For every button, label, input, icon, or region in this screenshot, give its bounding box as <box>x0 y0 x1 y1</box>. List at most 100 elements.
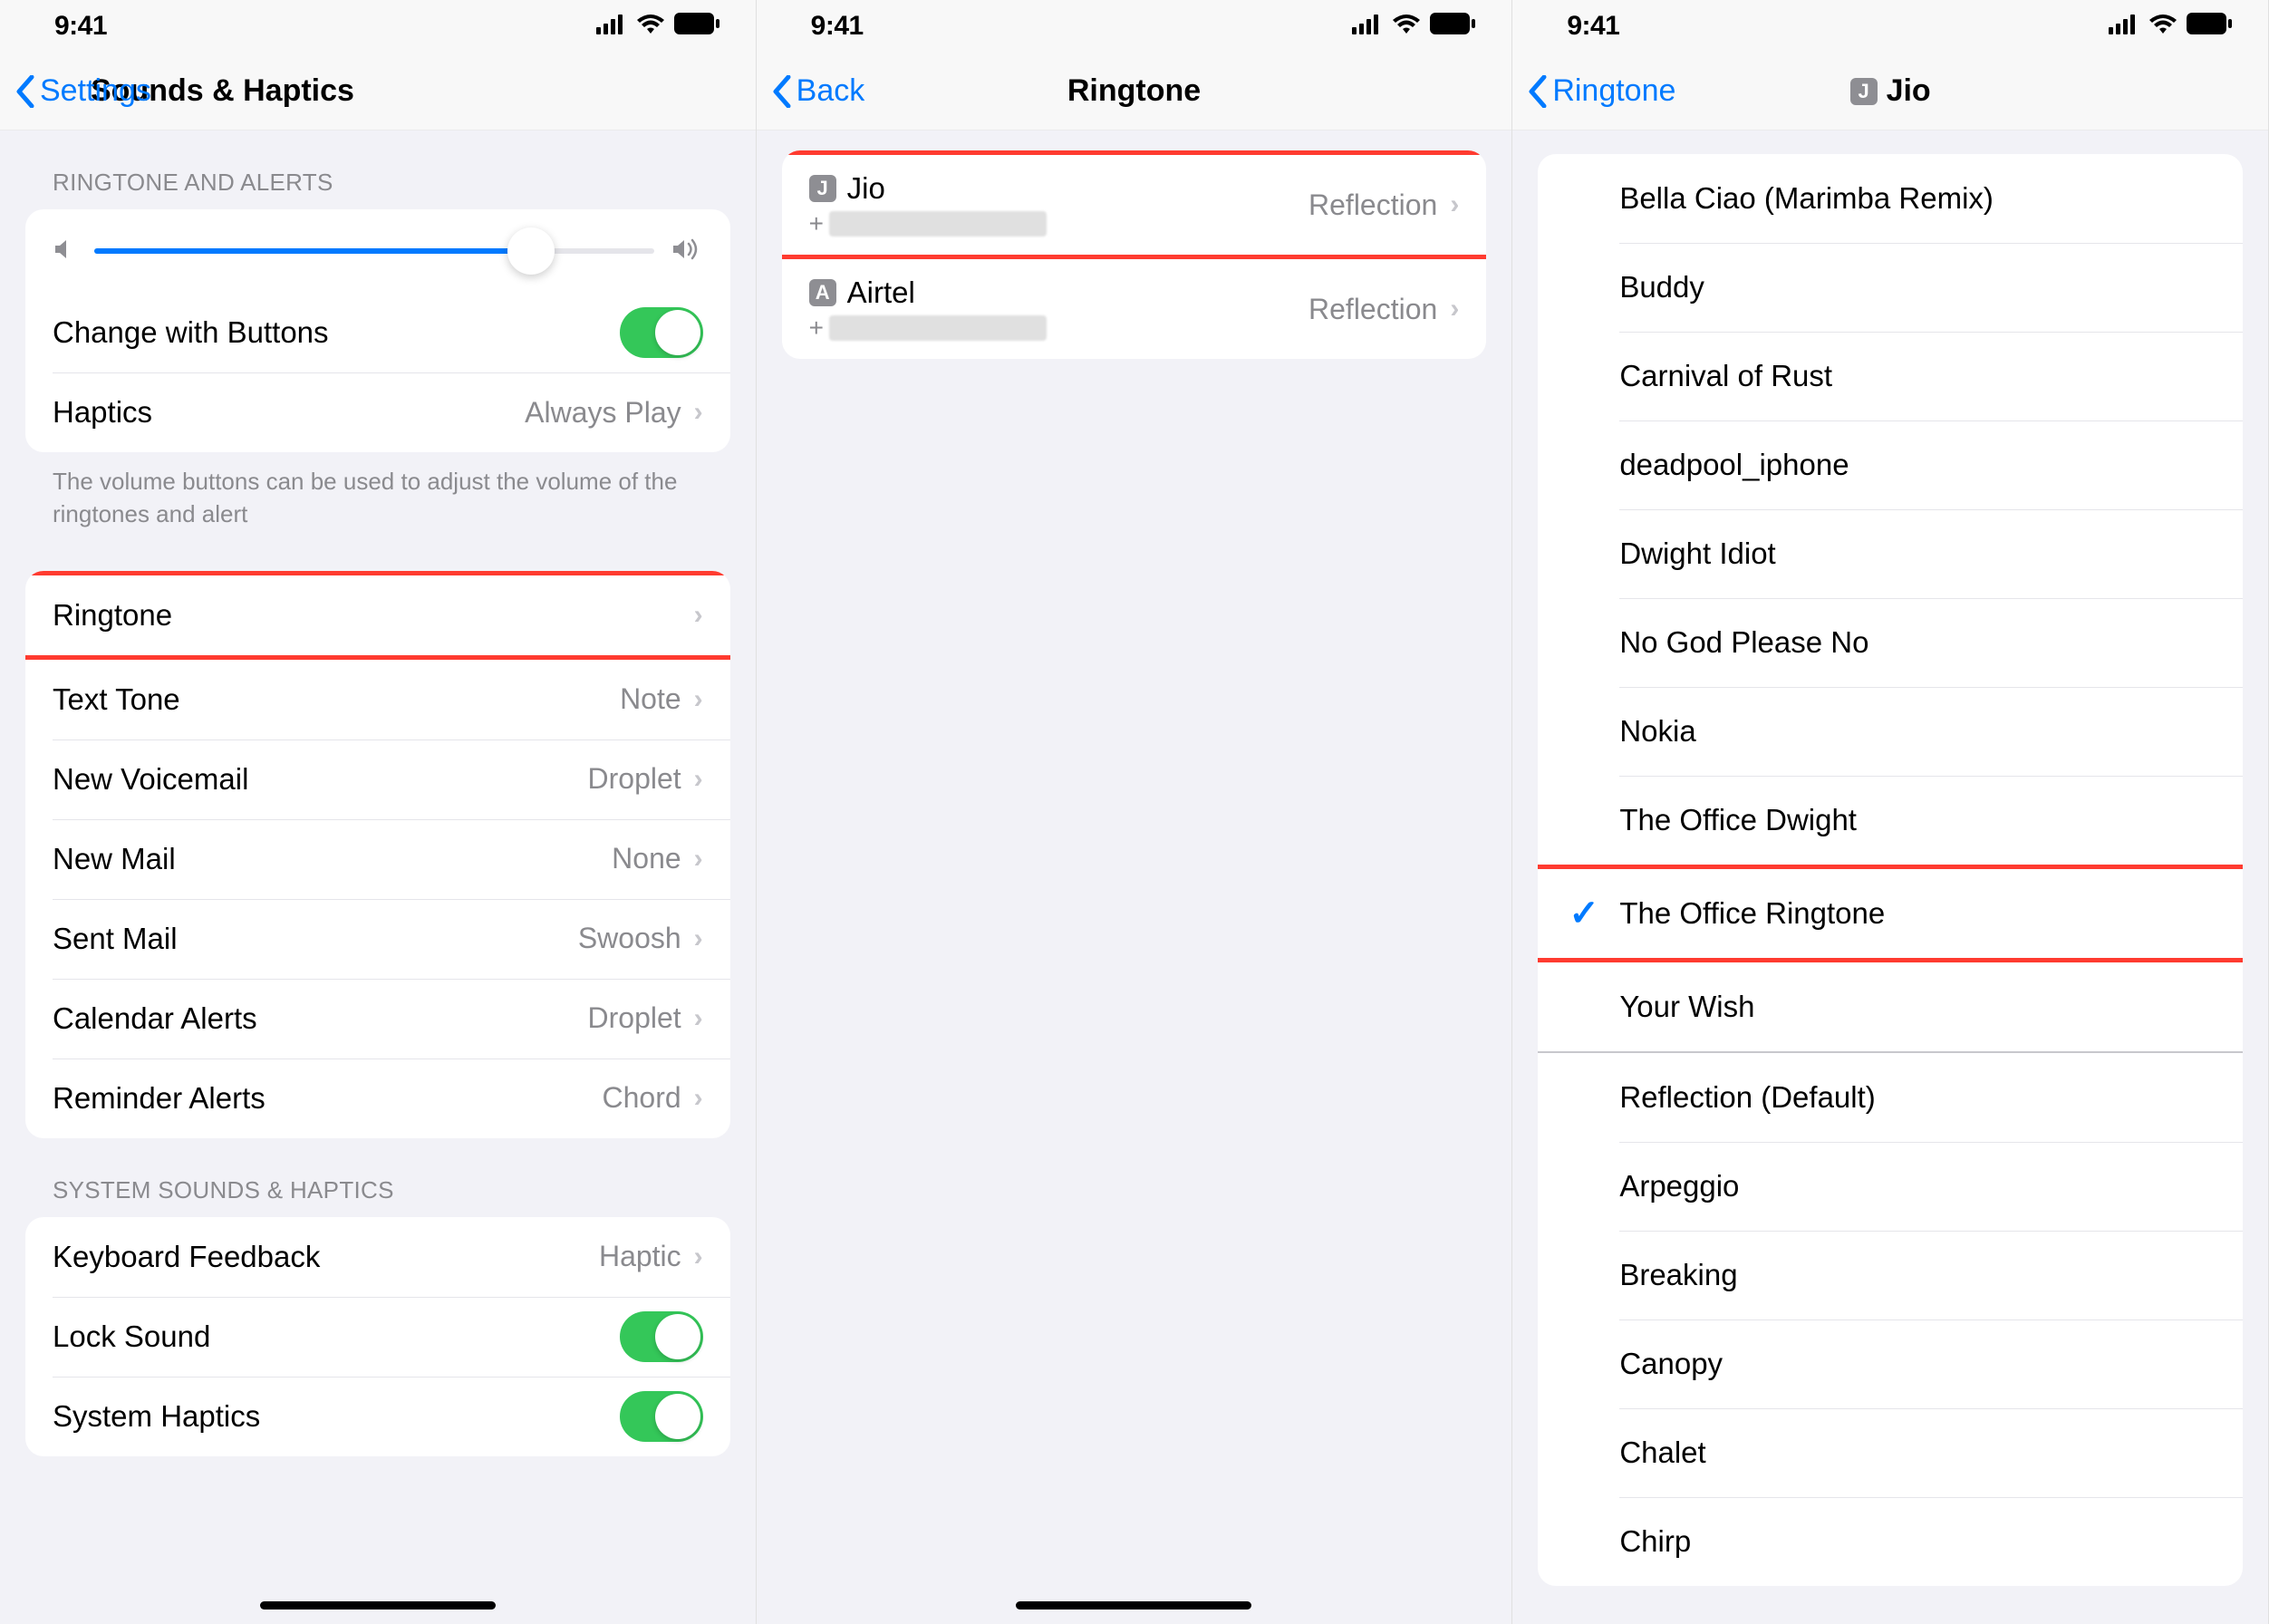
ringtone-label: No God Please No <box>1619 625 1868 660</box>
back-button[interactable]: Back <box>771 73 865 110</box>
page-title-text: Jio <box>1887 73 1931 109</box>
sent-mail-row[interactable]: Sent Mail Swoosh › <box>25 899 730 979</box>
ringtone-label: The Office Dwight <box>1619 803 1857 837</box>
ringtone-item[interactable]: deadpool_iphone <box>1538 420 2243 509</box>
ringtone-row[interactable]: Ringtone › <box>25 575 730 655</box>
chevron-right-icon: › <box>694 923 703 954</box>
speaker-high-icon <box>671 237 703 266</box>
sim-badge-icon: A <box>809 279 836 306</box>
volume-slider-row <box>25 209 730 293</box>
status-icons <box>2109 11 2232 42</box>
change-with-buttons-toggle[interactable] <box>620 307 703 358</box>
ringtone-item[interactable]: Your Wish <box>1538 962 2243 1051</box>
sim-number-redacted <box>829 211 1047 237</box>
group-ringtone-alerts: Change with Buttons Haptics Always Play … <box>25 209 730 452</box>
chevron-right-icon: › <box>694 844 703 875</box>
checkmark-icon: ✓ <box>1569 893 1599 934</box>
ringtone-label: Chalet <box>1619 1436 1705 1470</box>
content: J Jio + Reflection › <box>757 130 1512 359</box>
ringtone-item[interactable]: Buddy <box>1538 243 2243 332</box>
chevron-left-icon <box>771 73 793 110</box>
back-label: Settings <box>40 73 151 109</box>
back-button[interactable]: Settings <box>14 73 151 110</box>
ringtone-label: Your Wish <box>1619 990 1754 1024</box>
change-with-buttons-row[interactable]: Change with Buttons <box>25 293 730 372</box>
screen-ringtone-sims: 9:41 Back Ringtone J Jio <box>757 0 1513 1624</box>
volume-slider[interactable] <box>94 248 654 254</box>
ringtone-label: Bella Ciao (Marimba Remix) <box>1619 181 1994 216</box>
ringtone-item[interactable]: ✓The Office Ringtone <box>1538 869 2243 958</box>
sim-badge-icon: J <box>1850 78 1878 105</box>
ringtone-label: Nokia <box>1619 714 1695 749</box>
haptics-row[interactable]: Haptics Always Play › <box>25 372 730 452</box>
ringtone-label: Carnival of Rust <box>1619 359 1832 393</box>
row-value: Swoosh <box>578 922 681 955</box>
system-haptics-toggle[interactable] <box>620 1391 703 1442</box>
ringtone-item[interactable]: Nokia <box>1538 687 2243 776</box>
lock-sound-row[interactable]: Lock Sound <box>25 1297 730 1377</box>
ringtone-item[interactable]: Chirp <box>1538 1497 2243 1586</box>
sim-jio-row[interactable]: J Jio + Reflection › <box>782 155 1487 255</box>
ringtone-item[interactable]: Chalet <box>1538 1408 2243 1497</box>
row-label: New Voicemail <box>53 762 248 797</box>
ringtone-item[interactable]: Canopy <box>1538 1320 2243 1408</box>
battery-icon <box>1430 11 1475 42</box>
new-mail-row[interactable]: New Mail None› <box>25 819 730 899</box>
row-label: Lock Sound <box>53 1320 210 1354</box>
status-bar: 9:41 <box>0 0 756 53</box>
text-tone-row[interactable]: Text Tone Note› <box>25 660 730 740</box>
ringtone-label: Chirp <box>1619 1524 1691 1559</box>
row-label: Keyboard Feedback <box>53 1240 320 1274</box>
calendar-alerts-row[interactable]: Calendar Alerts Droplet› <box>25 979 730 1058</box>
highlight-ringtone: Ringtone › <box>25 571 730 660</box>
row-label: Reminder Alerts <box>53 1081 266 1116</box>
cellular-icon <box>2109 11 2139 42</box>
chevron-right-icon: › <box>694 397 703 428</box>
ringtone-item[interactable]: Breaking <box>1538 1231 2243 1320</box>
section-header-system: SYSTEM SOUNDS & HAPTICS <box>25 1138 730 1217</box>
status-time: 9:41 <box>811 11 864 42</box>
screen-sounds-haptics: 9:41 Settings Sounds & Haptics RINGTONE … <box>0 0 757 1624</box>
ringtone-label: Reflection (Default) <box>1619 1080 1875 1115</box>
new-voicemail-row[interactable]: New Voicemail Droplet› <box>25 740 730 819</box>
group-sims: J Jio + Reflection › <box>782 150 1487 359</box>
chevron-right-icon: › <box>1450 294 1459 324</box>
ringtone-item[interactable]: Carnival of Rust <box>1538 332 2243 420</box>
wifi-icon <box>1392 11 1421 42</box>
highlight-selected-ringtone: ✓The Office Ringtone <box>1538 865 2243 962</box>
nav-bar: Settings Sounds & Haptics <box>0 53 756 130</box>
system-haptics-row[interactable]: System Haptics <box>25 1377 730 1456</box>
status-icons <box>596 11 719 42</box>
page-title: Ringtone <box>775 73 1494 109</box>
status-time: 9:41 <box>1567 11 1619 42</box>
home-indicator[interactable] <box>260 1601 496 1610</box>
back-button[interactable]: Ringtone <box>1527 73 1675 110</box>
ringtone-item[interactable]: Bella Ciao (Marimba Remix) <box>1538 154 2243 243</box>
speaker-low-icon <box>53 237 78 266</box>
ringtone-item[interactable]: Reflection (Default) <box>1538 1053 2243 1142</box>
home-indicator[interactable] <box>1016 1601 1251 1610</box>
lock-sound-toggle[interactable] <box>620 1311 703 1362</box>
ringtone-item[interactable]: Arpeggio <box>1538 1142 2243 1231</box>
ringtone-item[interactable]: No God Please No <box>1538 598 2243 687</box>
row-label: Sent Mail <box>53 922 178 956</box>
cellular-icon <box>596 11 627 42</box>
chevron-right-icon: › <box>694 684 703 715</box>
chevron-right-icon: › <box>694 764 703 795</box>
ringtone-label: Dwight Idiot <box>1619 536 1775 571</box>
back-label: Ringtone <box>1552 73 1675 109</box>
row-label: Change with Buttons <box>53 315 329 350</box>
status-icons <box>1352 11 1475 42</box>
row-value: Droplet <box>588 1001 681 1035</box>
sim-airtel-row[interactable]: A Airtel + Reflection › <box>782 259 1487 359</box>
content: RINGTONE AND ALERTS Change with Buttons <box>0 130 756 1456</box>
ringtone-item[interactable]: Dwight Idiot <box>1538 509 2243 598</box>
keyboard-feedback-row[interactable]: Keyboard Feedback Haptic› <box>25 1217 730 1297</box>
battery-icon <box>2187 11 2232 42</box>
reminder-alerts-row[interactable]: Reminder Alerts Chord› <box>25 1058 730 1138</box>
slider-thumb[interactable] <box>507 227 555 275</box>
row-value: Always Play <box>525 396 681 430</box>
ringtone-item[interactable]: The Office Dwight <box>1538 776 2243 865</box>
row-label: New Mail <box>53 842 176 876</box>
back-label: Back <box>797 73 865 109</box>
